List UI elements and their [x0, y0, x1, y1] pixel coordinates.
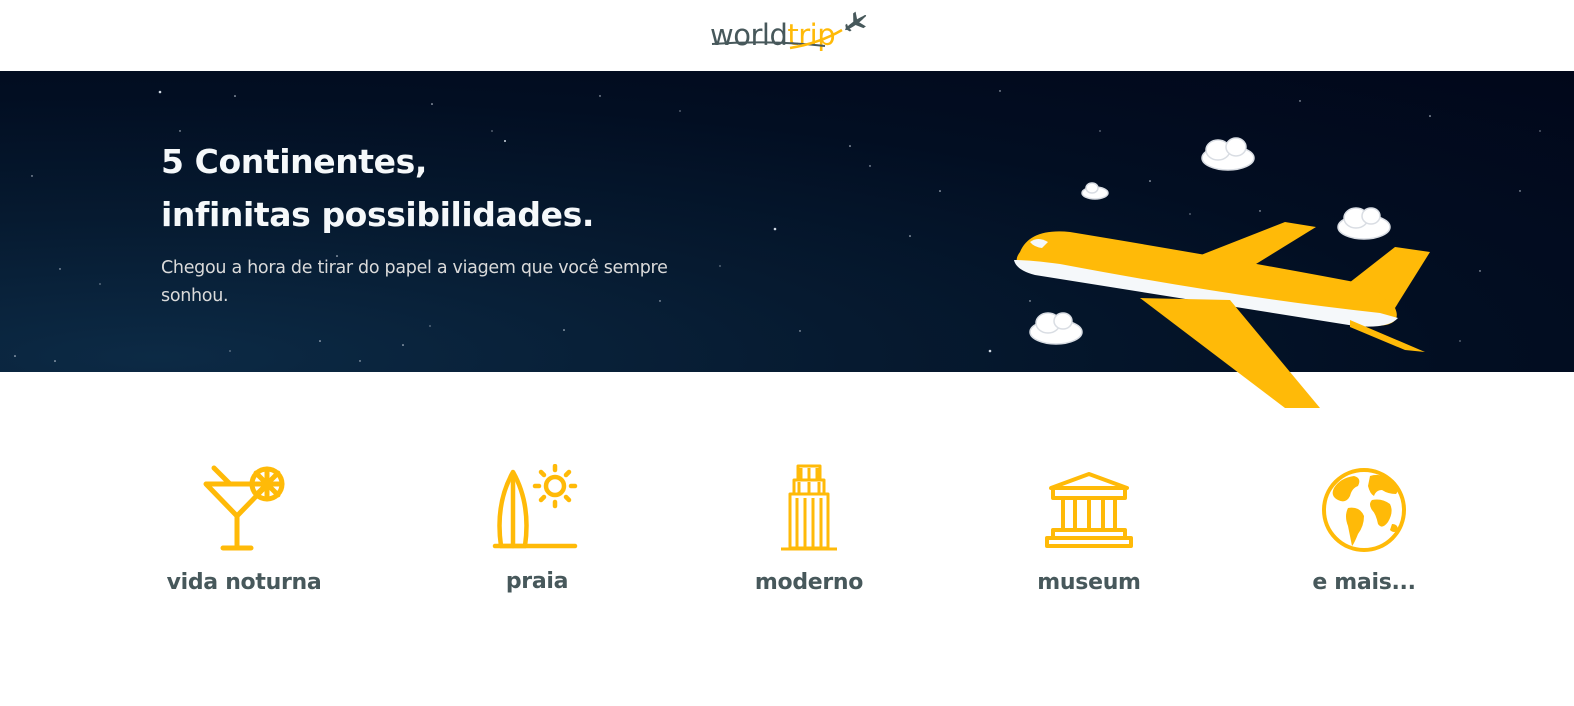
banner-subtitle: Chegou a hora de tirar do papel a viagem…	[161, 258, 668, 306]
globe-icon	[1322, 468, 1406, 552]
travel-type-praia[interactable]: praia	[437, 464, 637, 614]
travel-type-label: praia	[505, 569, 569, 594]
banner-title-line1: 5 Continentes,	[161, 142, 428, 181]
header: worldtrip	[0, 0, 1574, 71]
travel-type-vida-noturna[interactable]: vida noturna	[144, 464, 344, 614]
cocktail-icon	[203, 465, 285, 551]
travel-type-label: museum	[1037, 570, 1141, 595]
travel-type-label: vida noturna	[166, 570, 322, 595]
logo-airplane-icon	[711, 11, 867, 50]
skyscraper-icon	[781, 464, 837, 551]
surf-sun-icon	[492, 464, 578, 549]
cloud-icon	[1337, 207, 1391, 240]
travel-type-museum[interactable]: museum	[989, 464, 1189, 614]
travel-type-moderno[interactable]: moderno	[709, 464, 909, 614]
travel-types: vida noturna praia moderno museum e mais…	[0, 372, 1574, 706]
banner-title: 5 Continentes, infinitas possibilidades.	[161, 135, 594, 241]
travel-type-e-mais[interactable]: e mais...	[1264, 464, 1464, 614]
worldtrip-logo[interactable]: worldtrip	[710, 10, 872, 56]
banner-title-line2: infinitas possibilidades.	[161, 195, 594, 234]
travel-type-label: moderno	[754, 570, 864, 595]
cloud-icon	[1201, 137, 1255, 171]
cloud-icon	[1029, 312, 1083, 345]
museum-icon	[1045, 472, 1133, 548]
travel-type-label: e mais...	[1312, 570, 1416, 595]
cloud-icon	[1081, 182, 1109, 200]
